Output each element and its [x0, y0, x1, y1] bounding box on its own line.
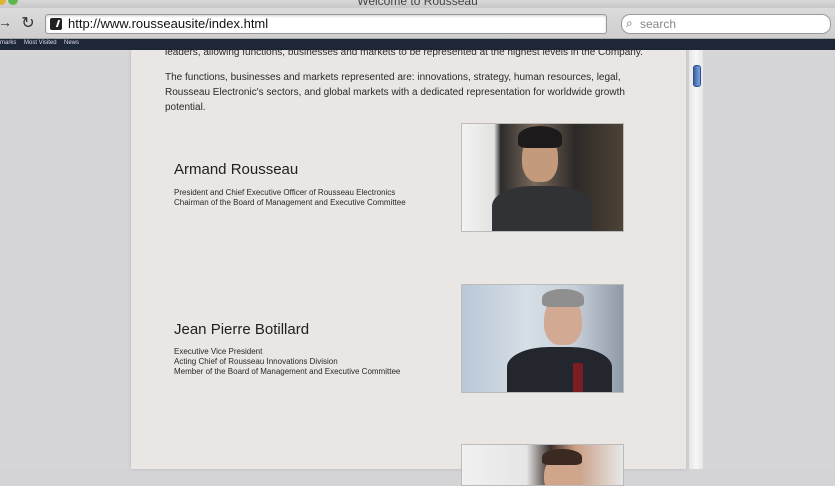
person-photo — [461, 444, 624, 486]
bookmark-item[interactable]: marks — [0, 40, 16, 46]
url-text[interactable]: http://www.rousseausite/index.html — [68, 16, 268, 31]
reload-icon[interactable]: ↻ — [20, 13, 36, 33]
search-input[interactable]: ⌕ search — [621, 14, 831, 34]
site-favicon-icon — [50, 18, 62, 30]
scrollbar-thumb[interactable] — [693, 65, 701, 87]
person-name: Jean Pierre Botillard — [174, 321, 310, 338]
browser-toolbar: → ↻ http://www.rousseausite/index.html ⌕… — [0, 8, 835, 39]
vertical-scrollbar[interactable] — [688, 50, 703, 469]
window-title: Welcome to Rousseau — [357, 0, 478, 8]
person-role: Executive Vice President — [174, 347, 263, 356]
person-role: Acting Chief of Rousseau Innovations Div… — [174, 357, 338, 366]
person-photo — [461, 123, 624, 232]
address-bar[interactable]: http://www.rousseausite/index.html — [45, 14, 607, 34]
person-role: Member of the Board of Management and Ex… — [174, 367, 401, 376]
intro-paragraph: leaders, allowing functions, businesses … — [165, 47, 643, 58]
bookmark-most-visited[interactable]: Most Visited — [24, 40, 57, 46]
browser-viewport: leaders, allowing functions, businesses … — [0, 47, 835, 486]
arrow-right-icon[interactable]: → — [0, 14, 12, 30]
person-photo — [461, 284, 624, 393]
search-icon: ⌕ — [626, 16, 633, 30]
person-name: Armand Rousseau — [174, 161, 299, 178]
bookmark-news[interactable]: News — [64, 40, 79, 46]
person-role: President and Chief Executive Officer of… — [174, 188, 396, 197]
web-page: leaders, allowing functions, businesses … — [131, 47, 686, 486]
functions-paragraph: The functions, businesses and markets re… — [165, 72, 625, 113]
window-titlebar: Welcome to Rousseau — [0, 0, 835, 8]
person-role: Chairman of the Board of Management and … — [174, 198, 406, 207]
search-placeholder: search — [640, 17, 677, 31]
